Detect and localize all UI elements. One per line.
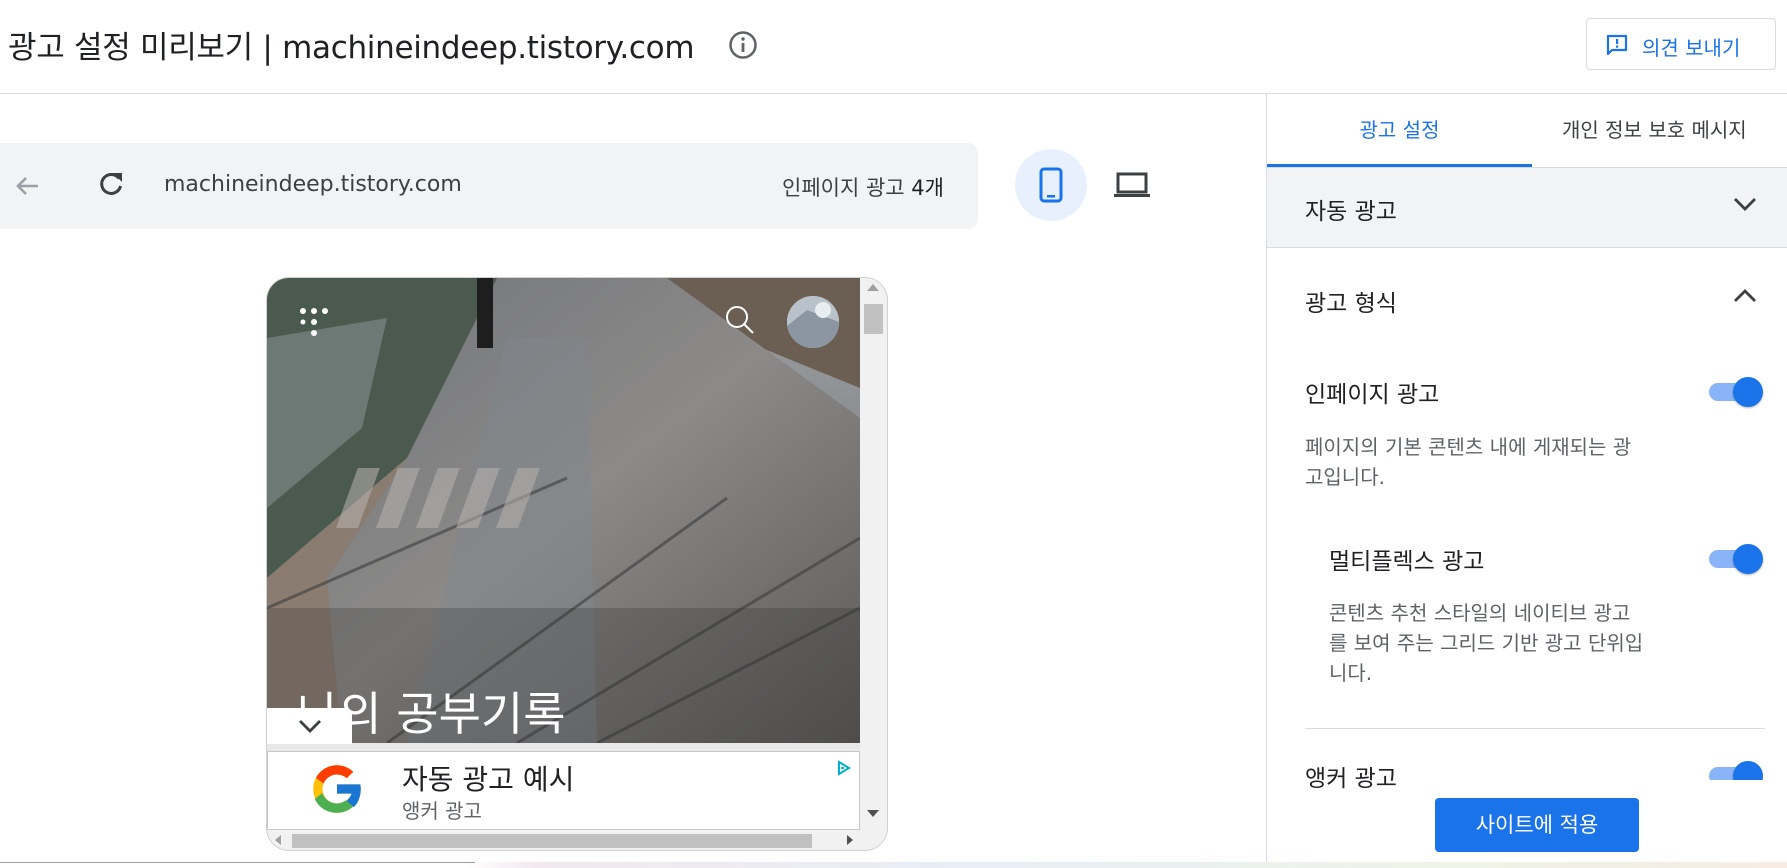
multiplex-ads-description-line: 를 보여 주는 그리드 기반 광고 단위입 [1329, 631, 1644, 655]
chevron-up-icon [1734, 289, 1756, 302]
multiplex-ads-toggle[interactable] [1707, 543, 1763, 574]
inpage-ads-description-line: 페이지의 기본 콘텐츠 내에 게재되는 광 [1305, 435, 1632, 459]
inpage-ads-description: 페이지의 기본 콘텐츠 내에 게재되는 광 고입니다. [1305, 432, 1631, 492]
scroll-thumb[interactable] [864, 304, 883, 334]
back-arrow-icon[interactable] [12, 171, 42, 205]
anchor-ads-toggle[interactable] [1707, 760, 1763, 780]
auto-ads-label: 자동 광고 [1305, 199, 1397, 225]
mobile-view-button[interactable] [1015, 149, 1087, 221]
ad-count-value: 4개 [911, 176, 944, 200]
smartphone-icon [1039, 167, 1063, 203]
preview-vertical-scrollbar[interactable] [860, 278, 887, 830]
preview-horizontal-scrollbar[interactable] [267, 830, 887, 850]
send-feedback-label: 의견 보내기 [1642, 36, 1741, 60]
anchor-ad-title: 자동 광고 예시 [402, 763, 575, 796]
anchor-ads-label: 앵커 광고 [1305, 766, 1397, 792]
google-logo-icon [306, 758, 368, 824]
search-icon[interactable] [724, 304, 756, 340]
scroll-left-arrow[interactable] [275, 835, 281, 845]
tab-privacy-messages[interactable]: 개인 정보 보호 메시지 [1532, 94, 1787, 167]
laptop-icon [1114, 172, 1150, 197]
send-feedback-button[interactable]: 의견 보내기 [1586, 18, 1776, 70]
menu-dots-icon[interactable] [297, 306, 331, 344]
anchor-ad-example[interactable]: 자동 광고 예시 앵커 광고 [267, 751, 860, 830]
scroll-down-arrow[interactable] [867, 810, 879, 817]
scroll-up-arrow[interactable] [867, 284, 879, 291]
adchoices-icon[interactable] [836, 760, 852, 780]
inpage-ad-count: 인페이지 광고 4개 [782, 172, 944, 202]
anchor-ad-subtitle: 앵커 광고 [402, 799, 482, 823]
auto-ads-section-header[interactable]: 자동 광고 [1267, 168, 1787, 248]
preview-browser-bar: machineindeep.tistory.com 인페이지 광고 4개 [0, 143, 978, 229]
scroll-thumb-horizontal[interactable] [292, 834, 812, 848]
ad-formats-label: 광고 형식 [1305, 291, 1397, 317]
desktop-view-button[interactable] [1113, 170, 1151, 204]
apply-to-site-button[interactable]: 사이트에 적용 [1435, 798, 1639, 852]
multiplex-ads-label: 멀티플렉스 광고 [1329, 549, 1485, 575]
chevron-down-icon [299, 720, 321, 733]
multiplex-ads-description-line: 니다. [1329, 661, 1373, 685]
blog-header-photo [267, 278, 860, 743]
reload-icon[interactable] [96, 169, 126, 203]
multiplex-ads-description-line: 콘텐츠 추천 스타일의 네이티브 광고 [1329, 601, 1631, 625]
chevron-down-icon [1734, 198, 1756, 211]
avatar[interactable] [787, 296, 839, 348]
bottom-progress-strip [0, 862, 1787, 868]
tab-ad-settings[interactable]: 광고 설정 [1267, 94, 1532, 167]
inpage-ads-label: 인페이지 광고 [1305, 382, 1440, 408]
info-icon[interactable] [728, 30, 758, 60]
ad-settings-panel: 광고 설정 개인 정보 보호 메시지 자동 광고 광고 형식 인페이지 광고 페… [1266, 94, 1787, 868]
inpage-ads-toggle[interactable] [1707, 376, 1763, 407]
section-divider [1305, 728, 1765, 729]
feedback-icon [1606, 34, 1628, 56]
inpage-ads-description-line: 고입니다. [1305, 465, 1385, 489]
page-title: 광고 설정 미리보기 | machineindeep.tistory.com [8, 30, 695, 66]
mobile-preview-frame: 나의 공부기록 자동 광고 예시 앵커 광고 [267, 278, 887, 850]
scroll-right-arrow[interactable] [847, 835, 853, 845]
ad-count-label: 인페이지 광고 [782, 176, 905, 200]
multiplex-ads-description: 콘텐츠 추천 스타일의 네이티브 광고 를 보여 주는 그리드 기반 광고 단위… [1329, 598, 1643, 688]
preview-url: machineindeep.tistory.com [164, 172, 462, 197]
page-header: 광고 설정 미리보기 | machineindeep.tistory.com 의… [0, 0, 1787, 94]
anchor-collapse-button[interactable] [267, 708, 352, 744]
